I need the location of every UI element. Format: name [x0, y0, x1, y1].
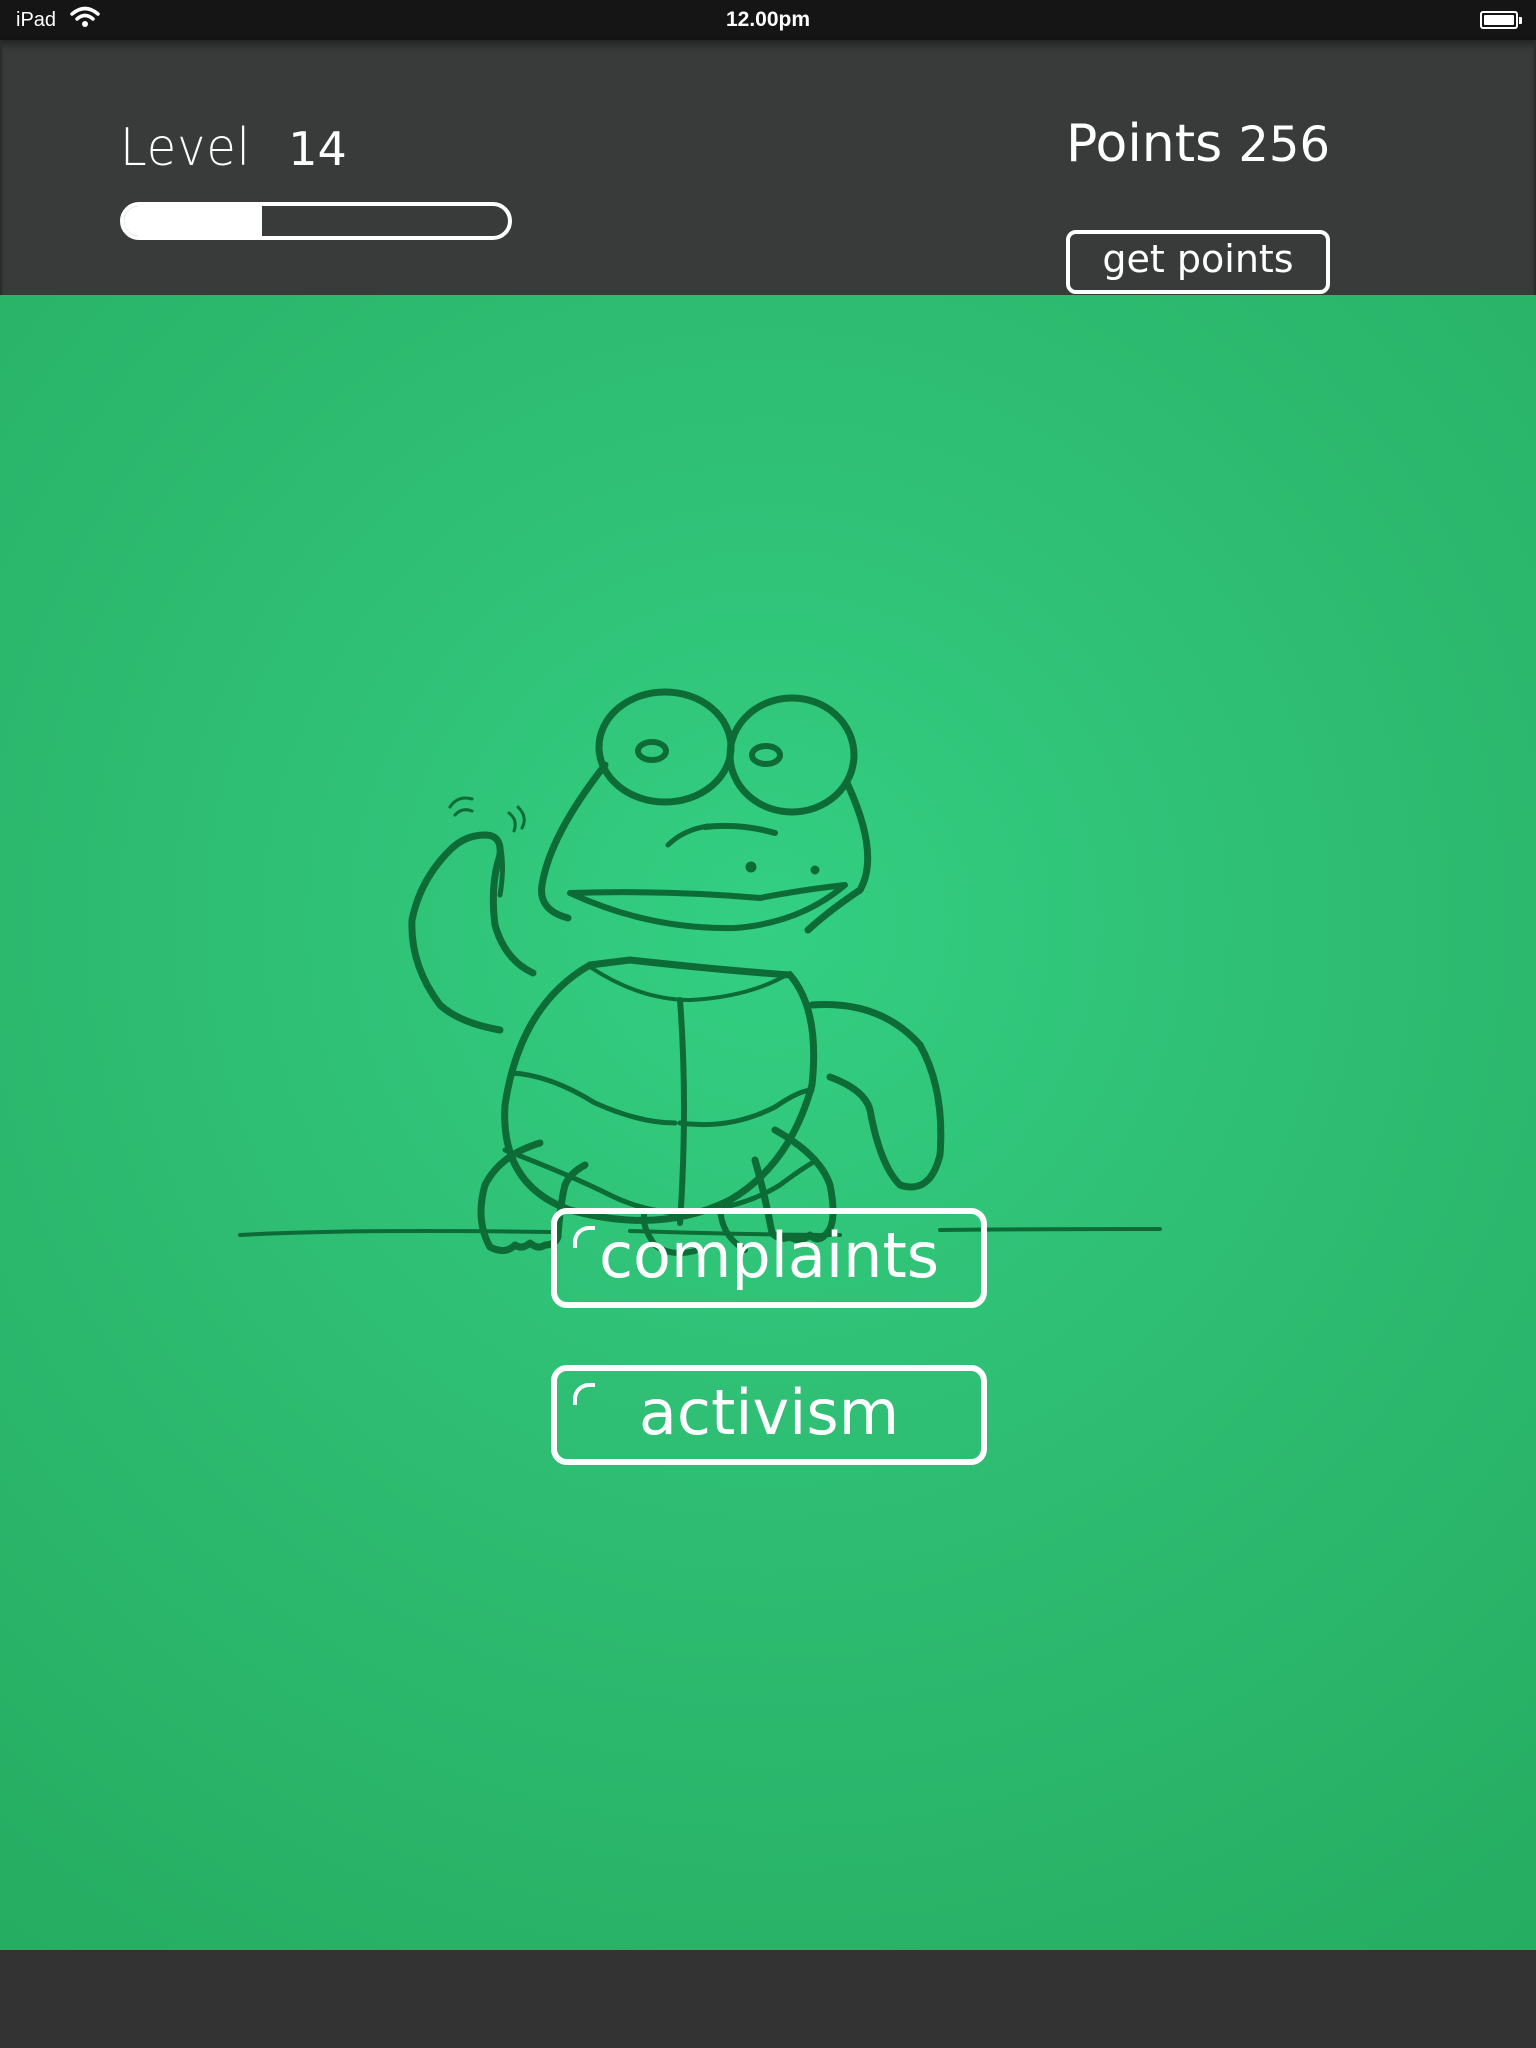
activism-button[interactable]: activism	[551, 1365, 987, 1465]
activism-label: activism	[638, 1375, 900, 1449]
corner-accent-icon	[573, 1383, 595, 1405]
status-time: 12.00pm	[725, 8, 811, 31]
main-stage: complaints activism	[0, 295, 1536, 1950]
level-progress-bar	[120, 202, 512, 240]
complaints-label: complaints	[598, 1218, 940, 1292]
points-block: Points 256 get points	[1066, 114, 1330, 294]
corner-accent-icon	[573, 1226, 595, 1248]
points-value: 256	[1238, 117, 1330, 173]
bottom-bar	[0, 1950, 1536, 2048]
get-points-button[interactable]: get points	[1066, 230, 1330, 294]
level-progress-fill	[124, 206, 263, 236]
complaints-button[interactable]: complaints	[551, 1208, 987, 1308]
points-label: Points	[1066, 114, 1223, 174]
status-bar: iPad 12.00pm	[0, 0, 1536, 40]
level-value: 14	[288, 122, 347, 176]
level-block: Level 14	[120, 118, 512, 240]
level-label: Level	[120, 118, 251, 178]
header-panel: Level 14 Points 256 get points	[0, 40, 1536, 295]
